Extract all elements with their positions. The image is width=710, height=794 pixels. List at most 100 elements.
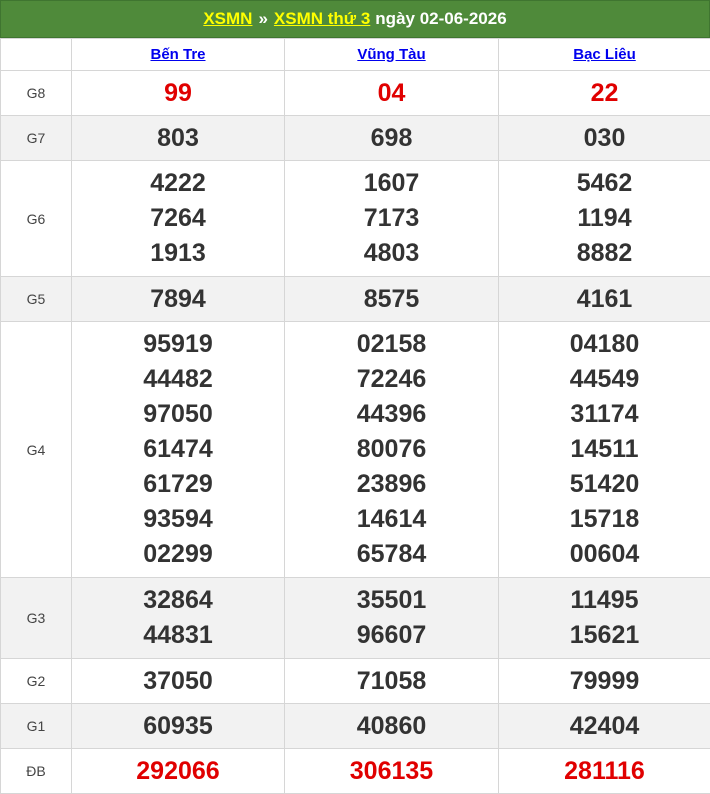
prize-number: 7894 (72, 282, 284, 317)
corner-cell (1, 39, 72, 71)
prize-label: G1 (1, 704, 72, 749)
prize-number: 281116 (499, 754, 710, 789)
prize-cell: 42404 (499, 704, 710, 749)
prize-number: 61474 (72, 432, 284, 467)
prize-cell: 422272641913 (72, 161, 285, 277)
prize-number: 44549 (499, 362, 710, 397)
prize-number: 8882 (499, 236, 710, 271)
prize-number: 306135 (285, 754, 498, 789)
prize-cell: 99 (72, 71, 285, 116)
prize-number: 11495 (499, 583, 710, 618)
prize-number: 65784 (285, 537, 498, 572)
column-header: Bến Tre (72, 39, 285, 71)
prize-cell: 22 (499, 71, 710, 116)
prize-number: 61729 (72, 467, 284, 502)
prize-number: 02158 (285, 327, 498, 362)
prize-number: 14511 (499, 432, 710, 467)
prize-row: G495919444829705061474617299359402299021… (1, 322, 710, 578)
prize-number: 15621 (499, 618, 710, 653)
prize-number: 32864 (72, 583, 284, 618)
prize-label: G6 (1, 161, 72, 277)
prize-cell: 7894 (72, 277, 285, 322)
prize-number: 96607 (285, 618, 498, 653)
prize-cell: 60935 (72, 704, 285, 749)
prize-cell: 3550196607 (285, 578, 499, 659)
prize-number: 37050 (72, 664, 284, 699)
prize-row: G7803698030 (1, 116, 710, 161)
prize-number: 95919 (72, 327, 284, 362)
prize-number: 803 (72, 121, 284, 156)
prize-label: ĐB (1, 749, 72, 794)
xsmn-link[interactable]: XSMN (203, 9, 252, 29)
prize-number: 44831 (72, 618, 284, 653)
prize-cell: 02158722464439680076238961461465784 (285, 322, 499, 578)
prize-number: 4161 (499, 282, 710, 317)
prize-number: 04 (285, 76, 498, 111)
prize-number: 97050 (72, 397, 284, 432)
prize-number: 4803 (285, 236, 498, 271)
prize-number: 14614 (285, 502, 498, 537)
prize-row: G1609354086042404 (1, 704, 710, 749)
prize-cell: 37050 (72, 659, 285, 704)
prize-cell: 04 (285, 71, 499, 116)
prize-number: 292066 (72, 754, 284, 789)
column-header: Vũng Tàu (285, 39, 499, 71)
prize-number: 1913 (72, 236, 284, 271)
province-link-vung-tau[interactable]: Vũng Tàu (357, 46, 425, 63)
prize-cell: 160771734803 (285, 161, 499, 277)
prize-number: 99 (72, 76, 284, 111)
prize-cell: 40860 (285, 704, 499, 749)
prize-number: 60935 (72, 709, 284, 744)
prize-cell: 306135 (285, 749, 499, 794)
province-link-bac-lieu[interactable]: Bạc Liêu (573, 46, 636, 63)
prize-label: G3 (1, 578, 72, 659)
prize-number: 71058 (285, 664, 498, 699)
prize-number: 00604 (499, 537, 710, 572)
column-header: Bạc Liêu (499, 39, 710, 71)
prize-label: G2 (1, 659, 72, 704)
prize-number: 35501 (285, 583, 498, 618)
prize-number: 31174 (499, 397, 710, 432)
prize-number: 51420 (499, 467, 710, 502)
prize-cell: 281116 (499, 749, 710, 794)
prize-number: 42404 (499, 709, 710, 744)
prize-cell: 04180445493117414511514201571800604 (499, 322, 710, 578)
prize-cell: 95919444829705061474617299359402299 (72, 322, 285, 578)
prize-number: 02299 (72, 537, 284, 572)
prize-number: 7264 (72, 201, 284, 236)
prize-number: 1607 (285, 166, 498, 201)
prize-cell: 803 (72, 116, 285, 161)
prize-number: 698 (285, 121, 498, 156)
province-header-row: Bến Tre Vũng Tàu Bạc Liêu (1, 39, 710, 71)
prize-cell: 8575 (285, 277, 499, 322)
results-table: Bến Tre Vũng Tàu Bạc Liêu G8990422G78036… (0, 38, 710, 794)
prize-number: 44482 (72, 362, 284, 397)
prize-row: G2370507105879999 (1, 659, 710, 704)
prize-row: ĐB292066306135281116 (1, 749, 710, 794)
prize-number: 72246 (285, 362, 498, 397)
xsmn-tuesday-link[interactable]: XSMN thứ 3 (274, 9, 370, 29)
prize-cell: 71058 (285, 659, 499, 704)
prize-cell: 698 (285, 116, 499, 161)
prize-label: G8 (1, 71, 72, 116)
prize-cell: 4161 (499, 277, 710, 322)
prize-row: G6422272641913160771734803546211948882 (1, 161, 710, 277)
prize-number: 22 (499, 76, 710, 111)
prize-number: 44396 (285, 397, 498, 432)
prize-number: 23896 (285, 467, 498, 502)
prize-number: 15718 (499, 502, 710, 537)
prize-number: 8575 (285, 282, 498, 317)
draw-date: ngày 02-06-2026 (375, 9, 506, 29)
prize-cell: 292066 (72, 749, 285, 794)
prize-cell: 79999 (499, 659, 710, 704)
prize-label: G7 (1, 116, 72, 161)
prize-row: G8990422 (1, 71, 710, 116)
prize-number: 93594 (72, 502, 284, 537)
prize-cell: 546211948882 (499, 161, 710, 277)
results-page: XSMN » XSMN thứ 3 ngày 02-06-2026 Bến Tr… (0, 0, 710, 793)
prize-number: 4222 (72, 166, 284, 201)
province-link-ben-tre[interactable]: Bến Tre (150, 46, 205, 63)
prize-number: 40860 (285, 709, 498, 744)
prize-number: 030 (499, 121, 710, 156)
prize-number: 80076 (285, 432, 498, 467)
